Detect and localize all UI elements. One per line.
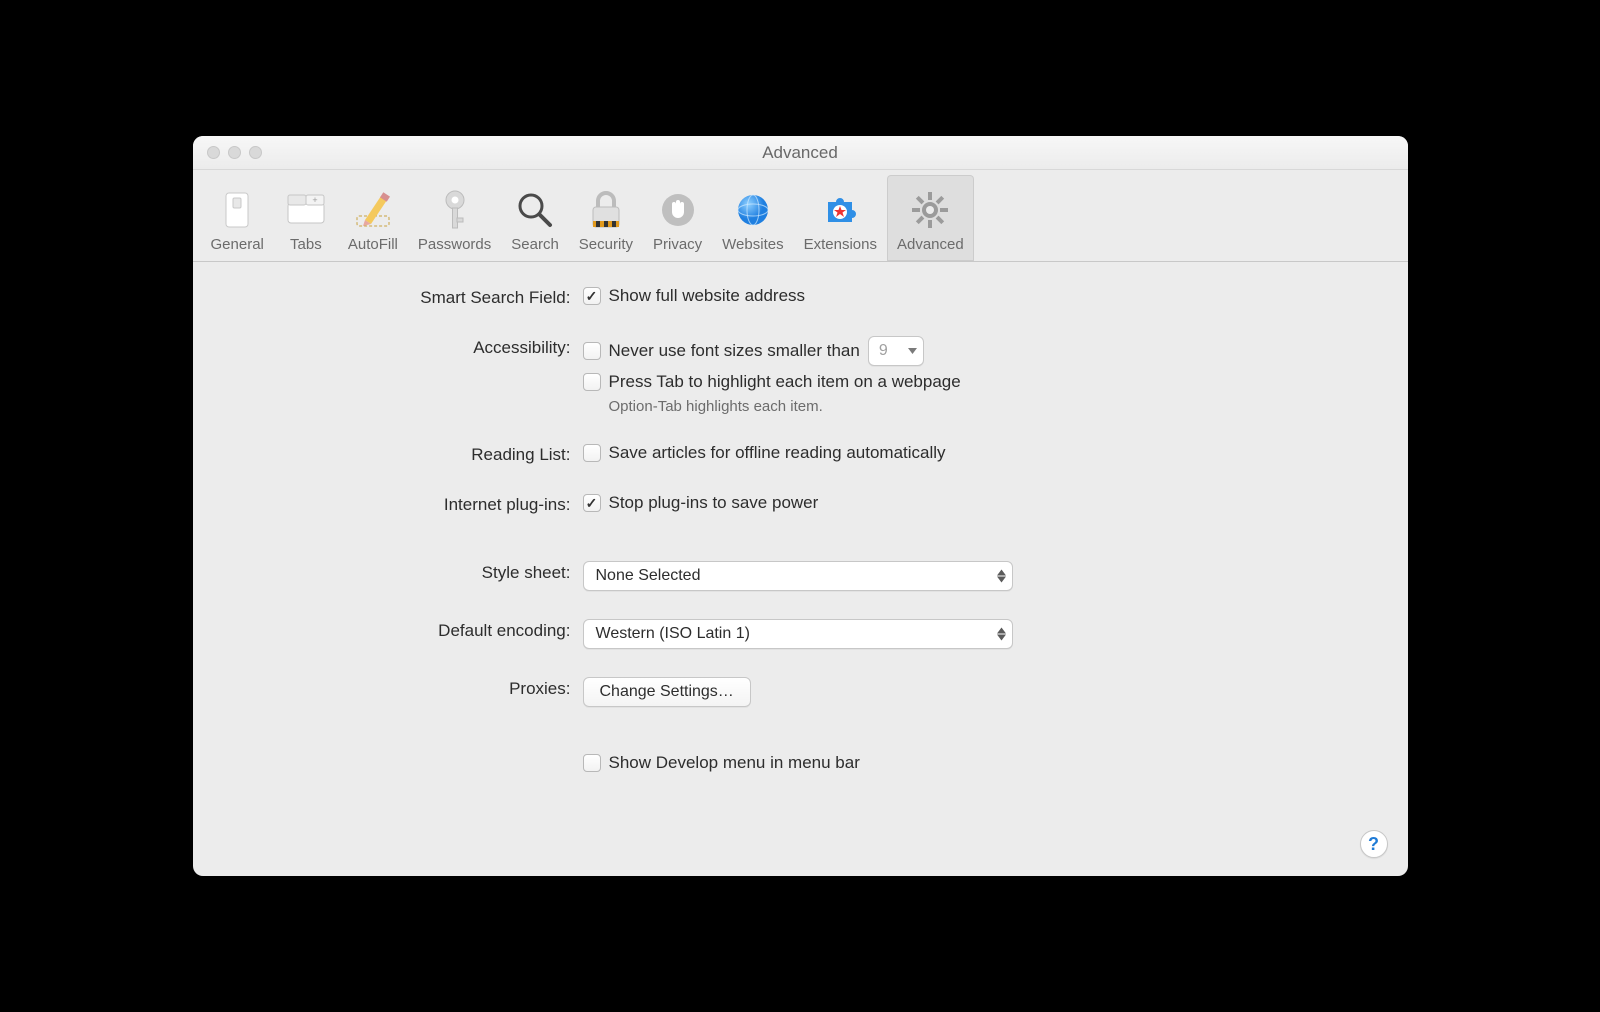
tab-privacy[interactable]: Privacy bbox=[643, 175, 712, 261]
magnifier-icon bbox=[513, 188, 557, 232]
reading-list-label: Reading List: bbox=[233, 443, 583, 465]
save-offline-text: Save articles for offline reading automa… bbox=[609, 443, 946, 463]
gear-icon bbox=[908, 188, 952, 232]
chevron-down-icon bbox=[908, 348, 917, 354]
stylesheet-value: None Selected bbox=[596, 567, 701, 585]
preferences-window: Advanced General + Tabs bbox=[193, 136, 1408, 876]
encoding-value: Western (ISO Latin 1) bbox=[596, 625, 750, 643]
window-controls bbox=[207, 146, 262, 159]
stop-plugins-checkbox[interactable] bbox=[583, 494, 601, 512]
tab-label: Websites bbox=[722, 236, 783, 253]
tabs-icon: + bbox=[284, 188, 328, 232]
key-icon bbox=[433, 188, 477, 232]
help-button[interactable]: ? bbox=[1360, 830, 1388, 858]
lock-icon bbox=[584, 188, 628, 232]
tab-security[interactable]: Security bbox=[569, 175, 643, 261]
tab-label: Advanced bbox=[897, 236, 964, 253]
encoding-label: Default encoding: bbox=[233, 619, 583, 641]
option-tab-hint: Option-Tab highlights each item. bbox=[609, 398, 1368, 415]
hand-stop-icon bbox=[656, 188, 700, 232]
switch-icon bbox=[215, 188, 259, 232]
tab-advanced[interactable]: Advanced bbox=[887, 175, 974, 261]
close-window-button[interactable] bbox=[207, 146, 220, 159]
tab-label: AutoFill bbox=[348, 236, 398, 253]
min-font-size-value: 9 bbox=[879, 342, 888, 360]
press-tab-checkbox[interactable] bbox=[583, 373, 601, 391]
preferences-toolbar: General + Tabs bbox=[193, 170, 1408, 262]
svg-text:+: + bbox=[312, 195, 317, 205]
zoom-window-button[interactable] bbox=[249, 146, 262, 159]
help-icon: ? bbox=[1368, 834, 1379, 855]
change-proxy-settings-text: Change Settings… bbox=[600, 683, 734, 701]
tab-search[interactable]: Search bbox=[501, 175, 569, 261]
tab-tabs[interactable]: + Tabs bbox=[274, 175, 338, 261]
tab-label: Security bbox=[579, 236, 633, 253]
pencil-form-icon bbox=[351, 188, 395, 232]
advanced-pane: Smart Search Field: Show full website ad… bbox=[193, 262, 1408, 803]
change-proxy-settings-button[interactable]: Change Settings… bbox=[583, 677, 751, 707]
tab-label: Passwords bbox=[418, 236, 491, 253]
tab-label: Privacy bbox=[653, 236, 702, 253]
stylesheet-select[interactable]: None Selected bbox=[583, 561, 1013, 591]
show-develop-menu-text: Show Develop menu in menu bar bbox=[609, 753, 860, 773]
tab-label: Extensions bbox=[804, 236, 877, 253]
encoding-select[interactable]: Western (ISO Latin 1) bbox=[583, 619, 1013, 649]
save-offline-checkbox[interactable] bbox=[583, 444, 601, 462]
min-font-size-text: Never use font sizes smaller than bbox=[609, 341, 860, 361]
tab-label: Search bbox=[511, 236, 559, 253]
min-font-size-checkbox[interactable] bbox=[583, 342, 601, 360]
tab-extensions[interactable]: Extensions bbox=[794, 175, 887, 261]
show-develop-menu-checkbox[interactable] bbox=[583, 754, 601, 772]
stylesheet-label: Style sheet: bbox=[233, 561, 583, 583]
accessibility-label: Accessibility: bbox=[233, 336, 583, 358]
chevron-updown-icon bbox=[997, 570, 1006, 583]
tab-websites[interactable]: Websites bbox=[712, 175, 793, 261]
chevron-updown-icon bbox=[997, 628, 1006, 641]
plugins-label: Internet plug-ins: bbox=[233, 493, 583, 515]
tab-passwords[interactable]: Passwords bbox=[408, 175, 501, 261]
window-title: Advanced bbox=[193, 143, 1408, 163]
press-tab-text: Press Tab to highlight each item on a we… bbox=[609, 372, 961, 392]
globe-icon bbox=[731, 188, 775, 232]
tab-label: General bbox=[211, 236, 264, 253]
puzzle-icon bbox=[818, 188, 862, 232]
titlebar: Advanced bbox=[193, 136, 1408, 170]
tab-autofill[interactable]: AutoFill bbox=[338, 175, 408, 261]
proxies-label: Proxies: bbox=[233, 677, 583, 699]
show-full-address-text: Show full website address bbox=[609, 286, 806, 306]
show-full-address-checkbox[interactable] bbox=[583, 287, 601, 305]
tab-label: Tabs bbox=[290, 236, 322, 253]
min-font-size-select[interactable]: 9 bbox=[868, 336, 924, 366]
smart-search-label: Smart Search Field: bbox=[233, 286, 583, 308]
stop-plugins-text: Stop plug-ins to save power bbox=[609, 493, 819, 513]
minimize-window-button[interactable] bbox=[228, 146, 241, 159]
tab-general[interactable]: General bbox=[201, 175, 274, 261]
